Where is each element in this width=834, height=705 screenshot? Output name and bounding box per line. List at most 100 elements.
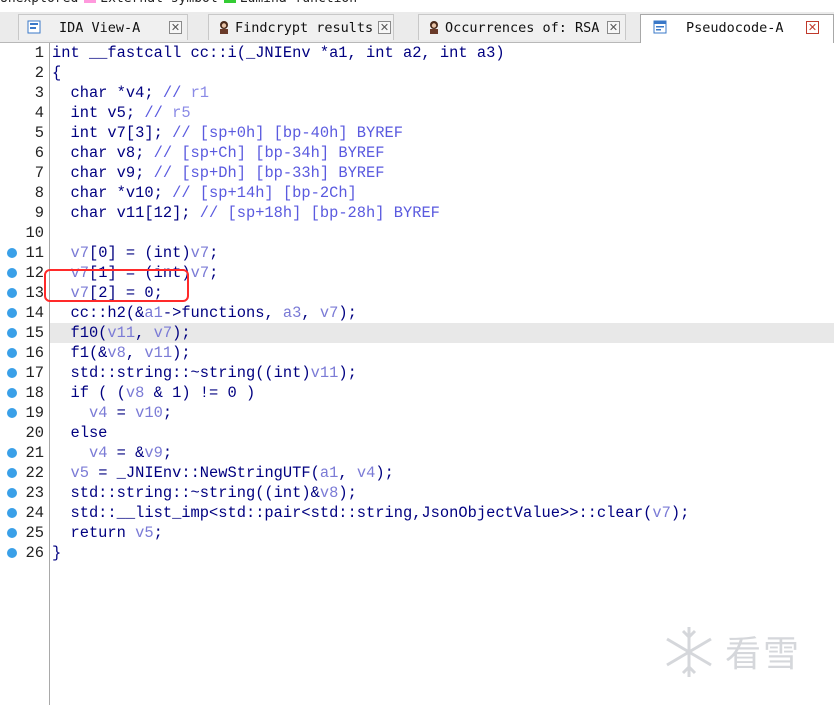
code-line[interactable]: 1 int __fastcall cc::i(_JNIEnv *a1, int a…: [0, 43, 834, 63]
code-line[interactable]: 7 char v9; // [sp+Dh] [bp-33h] BYREF: [0, 163, 834, 183]
code-text[interactable]: std::__list_imp<std::pair<std::string,Js…: [52, 503, 689, 523]
code-token: ,: [338, 464, 357, 482]
code-line[interactable]: 19 v4 = v10;: [0, 403, 834, 423]
code-text[interactable]: }: [52, 543, 61, 563]
code-line[interactable]: 20 else: [0, 423, 834, 443]
code-text[interactable]: v7[0] = (int)v7;: [52, 243, 218, 263]
code-token: ;: [209, 244, 219, 262]
code-text[interactable]: char v9; // [sp+Dh] [bp-33h] BYREF: [52, 163, 384, 183]
code-text[interactable]: if ( (v8 & 1) != 0 ): [52, 383, 255, 403]
close-icon[interactable]: ✕: [378, 21, 391, 34]
code-text[interactable]: return v5;: [52, 523, 162, 543]
breakpoint-dot-icon[interactable]: [7, 448, 17, 458]
code-line[interactable]: 4 int v5; // r5: [0, 103, 834, 123]
tab-findcrypt-results[interactable]: Findcrypt results ✕: [208, 14, 394, 40]
variable-token: a3: [282, 304, 302, 322]
code-text[interactable]: char *v10; // [sp+14h] [bp-2Ch]: [52, 183, 357, 203]
variable-token: v4: [356, 464, 376, 482]
breakpoint-dot-icon[interactable]: [7, 328, 17, 338]
breakpoint-dot-icon[interactable]: [7, 528, 17, 538]
variable-token: v7: [190, 244, 210, 262]
code-line[interactable]: 18 if ( (v8 & 1) != 0 ): [0, 383, 834, 403]
code-line[interactable]: 15 f10(v11, v7);: [0, 323, 834, 343]
breakpoint-dot-icon[interactable]: [7, 508, 17, 518]
code-token: char v11[12];: [52, 204, 200, 222]
tab-ida-view-a[interactable]: IDA View-A ✕: [18, 14, 188, 40]
line-number: 4: [34, 104, 44, 122]
code-token: char v8;: [52, 144, 154, 162]
code-line[interactable]: 9 char v11[12]; // [sp+18h] [bp-28h] BYR…: [0, 203, 834, 223]
variable-token: v7: [70, 244, 89, 262]
code-line[interactable]: 24 std::__list_imp<std::pair<std::string…: [0, 503, 834, 523]
code-line[interactable]: 14 cc::h2(&a1->functions, a3, v7);: [0, 303, 834, 323]
code-text[interactable]: f1(&v8, v11);: [52, 343, 190, 363]
tab-occurrences-of-rsa[interactable]: Occurrences of: RSA ✕: [418, 14, 626, 40]
code-token: char v9;: [52, 164, 154, 182]
code-text[interactable]: char *v4; // r1: [52, 83, 209, 103]
code-token: );: [338, 304, 357, 322]
code-token: ,: [125, 344, 145, 362]
breakpoint-dot-icon[interactable]: [7, 408, 17, 418]
code-line[interactable]: 6 char v8; // [sp+Ch] [bp-34h] BYREF: [0, 143, 834, 163]
code-text[interactable]: else: [52, 423, 107, 443]
code-text[interactable]: cc::h2(&a1->functions, a3, v7);: [52, 303, 357, 323]
code-line[interactable]: 21 v4 = &v9;: [0, 443, 834, 463]
code-line[interactable]: 23 std::string::~string((int)&v8);: [0, 483, 834, 503]
tab-label: Pseudocode-A: [686, 20, 784, 36]
code-line[interactable]: 8 char *v10; // [sp+14h] [bp-2Ch]: [0, 183, 834, 203]
code-text[interactable]: v4 = &v9;: [52, 443, 172, 463]
line-number: 5: [34, 124, 44, 142]
tab-pseudocode-a[interactable]: Pseudocode-A ✕: [640, 14, 834, 43]
close-icon[interactable]: ✕: [806, 21, 819, 34]
code-text[interactable]: v5 = _JNIEnv::NewStringUTF(a1, v4);: [52, 463, 393, 483]
code-line[interactable]: 3 char *v4; // r1: [0, 83, 834, 103]
close-icon[interactable]: ✕: [169, 21, 182, 34]
code-line[interactable]: 5 int v7[3]; // [sp+0h] [bp-40h] BYREF: [0, 123, 834, 143]
code-text[interactable]: std::string::~string((int)&v8);: [52, 483, 356, 503]
breakpoint-dot-icon[interactable]: [7, 308, 17, 318]
code-text[interactable]: char v11[12]; // [sp+18h] [bp-28h] BYREF: [52, 203, 439, 223]
code-token: & 1) != 0 ): [144, 384, 256, 402]
line-number: 12: [25, 264, 44, 282]
code-text[interactable]: v4 = v10;: [52, 403, 172, 423]
breakpoint-dot-icon[interactable]: [7, 388, 17, 398]
code-text[interactable]: std::string::~string((int)v11);: [52, 363, 357, 383]
breakpoint-dot-icon[interactable]: [7, 248, 17, 258]
code-text[interactable]: int __fastcall cc::i(_JNIEnv *a1, int a2…: [52, 43, 505, 63]
code-line[interactable]: 26}: [0, 543, 834, 563]
code-line[interactable]: 10: [0, 223, 834, 243]
comment-token: // [sp+14h] [bp-2Ch]: [172, 184, 357, 202]
line-number: 3: [34, 84, 44, 102]
code-text[interactable]: {: [52, 63, 61, 83]
code-line[interactable]: 16 f1(&v8, v11);: [0, 343, 834, 363]
snowflake-icon: [666, 627, 712, 677]
line-number: 25: [25, 524, 44, 542]
breakpoint-dot-icon[interactable]: [7, 488, 17, 498]
breakpoint-dot-icon[interactable]: [7, 468, 17, 478]
code-text[interactable]: char v8; // [sp+Ch] [bp-34h] BYREF: [52, 143, 384, 163]
breakpoint-dot-icon[interactable]: [7, 288, 17, 298]
code-text[interactable]: int v7[3]; // [sp+0h] [bp-40h] BYREF: [52, 123, 403, 143]
variable-token: v8: [319, 484, 339, 502]
line-number: 19: [25, 404, 44, 422]
code-line[interactable]: 17 std::string::~string((int)v11);: [0, 363, 834, 383]
code-token: int v7[3];: [52, 124, 173, 142]
code-line[interactable]: 22 v5 = _JNIEnv::NewStringUTF(a1, v4);: [0, 463, 834, 483]
pseudocode-editor[interactable]: 1 int __fastcall cc::i(_JNIEnv *a1, int a…: [0, 43, 834, 705]
breakpoint-dot-icon[interactable]: [7, 548, 17, 558]
close-icon[interactable]: ✕: [607, 21, 620, 34]
disassembly-icon: [27, 20, 41, 34]
code-line[interactable]: 2{: [0, 63, 834, 83]
breakpoint-dot-icon[interactable]: [7, 368, 17, 378]
code-token: );: [338, 364, 357, 382]
code-line[interactable]: 11 v7[0] = (int)v7;: [0, 243, 834, 263]
code-token: char *v10;: [52, 184, 173, 202]
code-text[interactable]: f10(v11, v7);: [52, 323, 190, 343]
breakpoint-dot-icon[interactable]: [7, 268, 17, 278]
code-text[interactable]: int v5; // r5: [52, 103, 190, 123]
avatar-icon: [430, 21, 438, 34]
breakpoint-dot-icon[interactable]: [7, 348, 17, 358]
code-line[interactable]: 25 return v5;: [0, 523, 834, 543]
tab-bar: IDA View-A ✕ Findcrypt results ✕ Occurre…: [0, 12, 834, 43]
